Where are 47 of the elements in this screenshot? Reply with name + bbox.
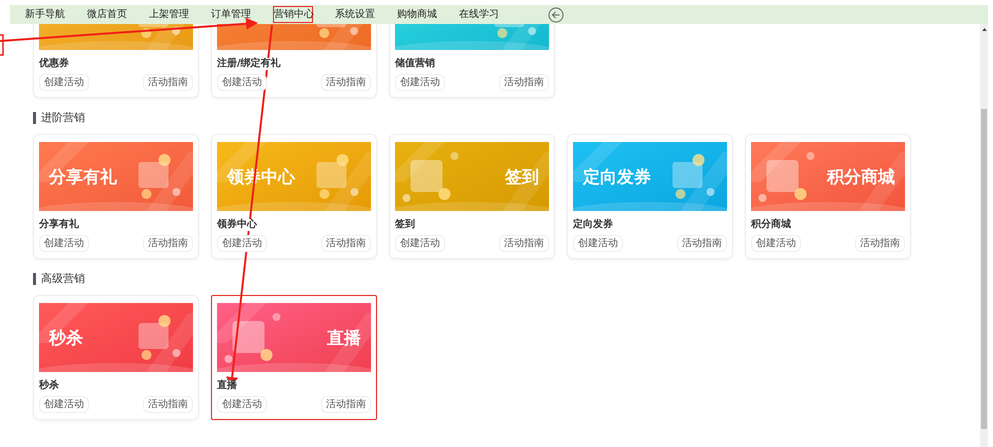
card-title: 积分商城 bbox=[751, 219, 791, 231]
card-title: 优惠券 bbox=[39, 58, 69, 70]
banner-text: 直播 bbox=[327, 327, 361, 349]
banner-text: 定向发券 bbox=[583, 166, 651, 188]
card-title: 定向发券 bbox=[573, 219, 613, 231]
activity-guide-button[interactable]: 活动指南 bbox=[855, 235, 905, 252]
create-activity-button[interactable]: 创建活动 bbox=[217, 235, 267, 252]
scrollbar[interactable] bbox=[980, 24, 988, 447]
scroll-up-icon[interactable] bbox=[982, 28, 986, 31]
nav-item[interactable]: 上架管理 bbox=[138, 6, 200, 23]
highlight-frame bbox=[0, 34, 4, 56]
activity-guide-button[interactable]: 活动指南 bbox=[499, 235, 549, 252]
create-activity-button[interactable]: 创建活动 bbox=[395, 74, 445, 91]
create-activity-button[interactable]: 创建活动 bbox=[217, 74, 267, 91]
card-title: 注册/绑定有礼 bbox=[217, 58, 281, 70]
create-activity-button[interactable]: 创建活动 bbox=[751, 235, 801, 252]
card-title: 秒杀 bbox=[39, 380, 59, 392]
create-activity-button[interactable]: 创建活动 bbox=[217, 396, 267, 413]
create-activity-button[interactable]: 创建活动 bbox=[39, 74, 89, 91]
card-title: 直播 bbox=[217, 380, 237, 392]
create-activity-button[interactable]: 创建活动 bbox=[39, 235, 89, 252]
activity-guide-button[interactable]: 活动指南 bbox=[321, 396, 371, 413]
nav-item[interactable]: 订单管理 bbox=[200, 6, 262, 23]
banner-text: 秒杀 bbox=[49, 327, 83, 349]
banner-text: 分享有礼 bbox=[49, 166, 117, 188]
card-title: 领券中心 bbox=[217, 219, 257, 231]
create-activity-button[interactable]: 创建活动 bbox=[573, 235, 623, 252]
nav-item[interactable]: 购物商城 bbox=[386, 6, 448, 23]
create-activity-button[interactable]: 创建活动 bbox=[395, 235, 445, 252]
banner-text: 积分商城 bbox=[827, 166, 895, 188]
activity-guide-button[interactable]: 活动指南 bbox=[677, 235, 727, 252]
nav-item[interactable]: 在线学习 bbox=[448, 6, 510, 23]
nav-item[interactable]: 系统设置 bbox=[324, 6, 386, 23]
nav-item[interactable]: 新手导航 bbox=[14, 6, 76, 23]
card-title: 分享有礼 bbox=[39, 219, 79, 231]
scrollbar-thumb[interactable] bbox=[981, 109, 987, 429]
activity-guide-button[interactable]: 活动指南 bbox=[321, 74, 371, 91]
activity-guide-button[interactable]: 活动指南 bbox=[499, 74, 549, 91]
create-activity-button[interactable]: 创建活动 bbox=[39, 396, 89, 413]
activity-guide-button[interactable]: 活动指南 bbox=[143, 235, 193, 252]
banner-text: 签到 bbox=[505, 166, 539, 188]
nav-item[interactable]: 微店首页 bbox=[76, 6, 138, 23]
activity-guide-button[interactable]: 活动指南 bbox=[143, 74, 193, 91]
card-title: 签到 bbox=[395, 219, 415, 231]
card-title: 储值营销 bbox=[395, 58, 435, 70]
activity-guide-button[interactable]: 活动指南 bbox=[321, 235, 371, 252]
activity-guide-button[interactable]: 活动指南 bbox=[143, 396, 193, 413]
